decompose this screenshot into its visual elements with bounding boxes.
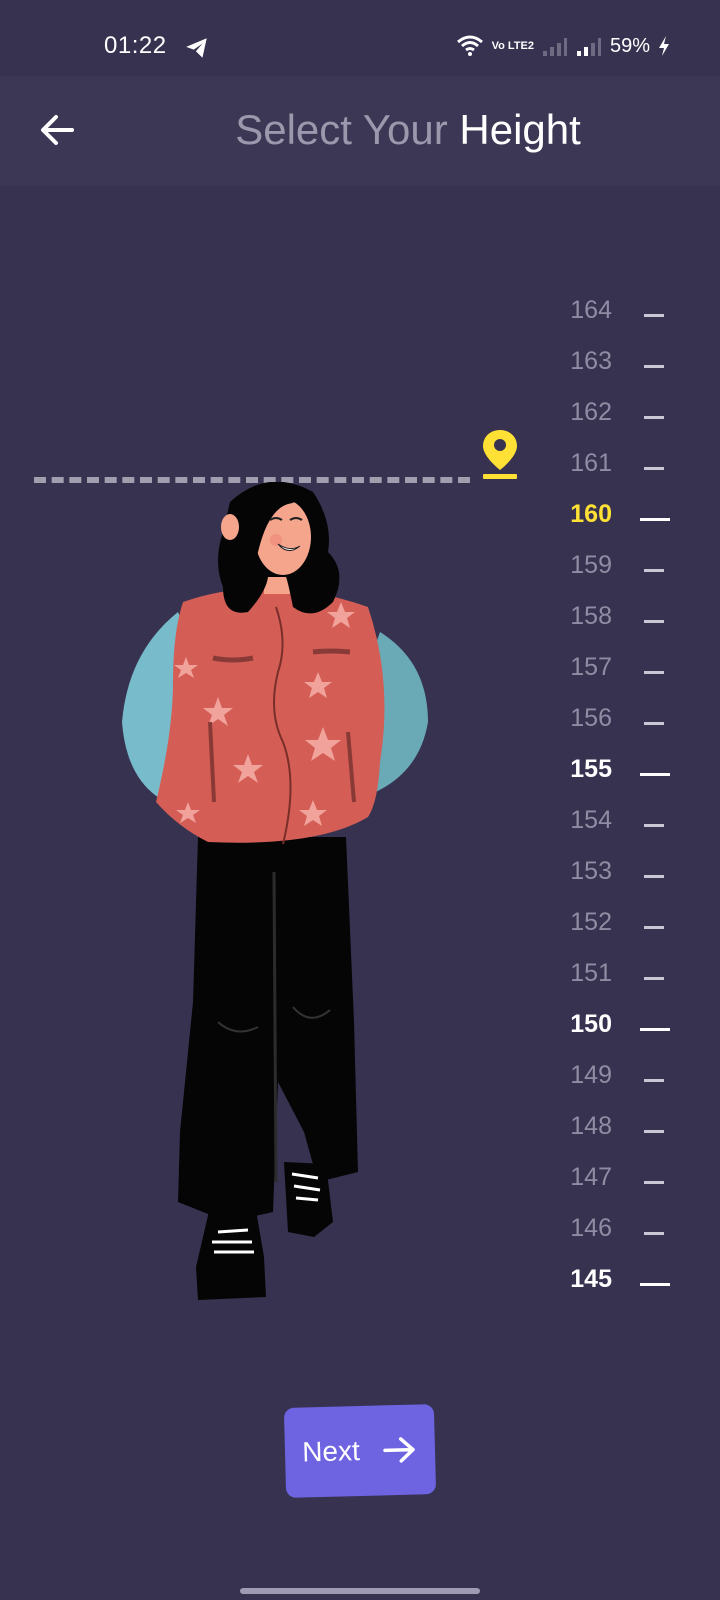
ruler-tick-mark (644, 314, 664, 317)
ruler-tick-label: 155 (570, 755, 612, 783)
telegram-icon (186, 38, 207, 58)
ruler-tick-label: 157 (570, 653, 612, 681)
ruler-tick-mark (644, 1079, 664, 1082)
ruler-tick-163[interactable]: 163 (540, 341, 700, 381)
ruler-tick-161[interactable]: 161 (540, 443, 700, 483)
ruler-tick-label: 153 (570, 857, 612, 885)
ruler-tick-153[interactable]: 153 (540, 851, 700, 891)
ruler-tick-mark (644, 671, 664, 674)
ruler-tick-160[interactable]: 160 (540, 494, 700, 534)
ruler-tick-label: 146 (570, 1214, 612, 1242)
ruler-tick-mark (644, 620, 664, 623)
ruler-tick-mark (644, 1130, 664, 1133)
ruler-tick-label: 151 (570, 959, 612, 987)
ruler-tick-mark (640, 518, 670, 521)
next-label: Next (301, 1435, 361, 1468)
ruler-tick-label: 160 (570, 500, 612, 528)
ruler-tick-145[interactable]: 145 (540, 1259, 700, 1299)
ruler-tick-mark (644, 569, 664, 572)
ruler-tick-label: 163 (570, 347, 612, 375)
ruler-tick-mark (640, 1283, 670, 1286)
status-time: 01:22 (104, 32, 167, 59)
ruler-tick-label: 164 (570, 296, 612, 324)
ruler-tick-mark (640, 1028, 670, 1031)
height-ruler[interactable]: 164 163 162 161 160 159 158 157 156 155 154 153 152 1… (540, 290, 700, 1330)
ruler-tick-label: 158 (570, 602, 612, 630)
ruler-tick-label: 147 (570, 1163, 612, 1191)
ruler-tick-158[interactable]: 158 (540, 596, 700, 636)
volte-badge: Vo LTE2 (491, 40, 534, 52)
signal-1-icon (542, 38, 567, 56)
status-icons: Vo LTE2 59% (456, 32, 670, 60)
ruler-tick-mark (644, 365, 664, 368)
ruler-tick-156[interactable]: 156 (540, 698, 700, 738)
ruler-tick-mark (644, 467, 664, 470)
ruler-tick-mark (644, 824, 664, 827)
ruler-tick-label: 145 (570, 1265, 612, 1293)
ruler-tick-mark (644, 875, 664, 878)
ruler-tick-155[interactable]: 155 (540, 749, 700, 789)
ruler-tick-label: 148 (570, 1112, 612, 1140)
signal-2-icon (576, 38, 601, 56)
ruler-tick-152[interactable]: 152 (540, 902, 700, 942)
ruler-tick-148[interactable]: 148 (540, 1106, 700, 1146)
ruler-tick-157[interactable]: 157 (540, 647, 700, 687)
ruler-tick-label: 156 (570, 704, 612, 732)
ruler-tick-151[interactable]: 151 (540, 953, 700, 993)
ruler-tick-mark (644, 977, 664, 980)
ruler-tick-label: 150 (570, 1010, 612, 1038)
title-prefix: Select Your (235, 106, 460, 153)
ruler-tick-label: 159 (570, 551, 612, 579)
battery-percent: 59% (609, 34, 650, 57)
home-indicator[interactable] (240, 1588, 480, 1594)
ruler-tick-149[interactable]: 149 (540, 1055, 700, 1095)
ruler-tick-label: 154 (570, 806, 612, 834)
ruler-tick-162[interactable]: 162 (540, 392, 700, 432)
ruler-tick-mark (644, 722, 664, 725)
ruler-tick-146[interactable]: 146 (540, 1208, 700, 1248)
ruler-tick-mark (644, 926, 664, 929)
ruler-tick-mark (644, 1181, 664, 1184)
next-button[interactable]: Next (283, 1404, 437, 1498)
ruler-tick-mark (640, 773, 670, 776)
ruler-tick-label: 162 (570, 398, 612, 426)
status-bar: 01:22 Vo LTE2 59% (0, 0, 720, 76)
person-illustration (122, 482, 428, 1300)
ruler-tick-label: 149 (570, 1061, 612, 1089)
ruler-tick-mark (644, 416, 664, 419)
ruler-tick-154[interactable]: 154 (540, 800, 700, 840)
ruler-tick-label: 152 (570, 908, 612, 936)
wifi-icon (456, 35, 483, 56)
ruler-tick-mark (644, 1232, 664, 1235)
ruler-tick-150[interactable]: 150 (540, 1004, 700, 1044)
title-emphasis: Height (459, 106, 581, 153)
page-title: Select Your Height (0, 106, 720, 154)
charging-icon (659, 36, 669, 56)
location-pin-icon[interactable] (480, 428, 520, 480)
arrow-right-icon (383, 1437, 415, 1463)
ruler-tick-147[interactable]: 147 (540, 1157, 700, 1197)
ruler-tick-label: 161 (570, 449, 612, 477)
ruler-tick-159[interactable]: 159 (540, 545, 700, 585)
ruler-tick-164[interactable]: 164 (540, 290, 700, 330)
